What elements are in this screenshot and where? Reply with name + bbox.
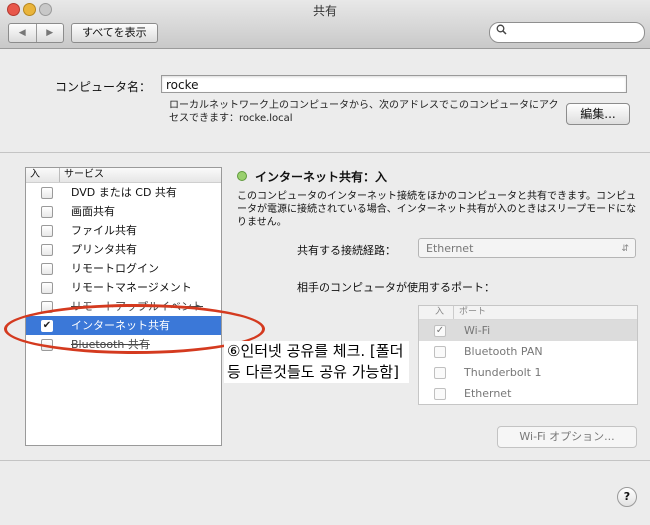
service-checkbox[interactable] <box>41 282 53 294</box>
service-label: プリンタ共有 <box>71 243 137 256</box>
service-checkbox[interactable] <box>41 263 53 275</box>
port-row[interactable]: Ethernet <box>419 383 637 404</box>
ports-label: 相手のコンピュータが使用するポート： <box>297 281 495 294</box>
service-checkbox[interactable] <box>41 187 53 199</box>
status-text: インターネット共有：入 <box>255 170 388 184</box>
computer-name-label: コンピュータ名： <box>55 80 152 94</box>
share-from-label: 共有する接続経路： <box>297 244 396 257</box>
ports-column-on: 入 <box>435 307 445 317</box>
port-row[interactable]: Thunderbolt 1 <box>419 362 637 383</box>
service-row[interactable]: DVD または CD 共有 <box>26 183 221 202</box>
status-description: このコンピュータのインターネット接続をほかのコンピュータと共有できます。コンピュ… <box>237 191 637 228</box>
port-row[interactable]: Bluetooth PAN <box>419 341 637 362</box>
port-label: Thunderbolt 1 <box>464 366 542 379</box>
back-forward-control: ◀ ▶ <box>8 23 64 43</box>
share-from-select[interactable]: Ethernet ⇵ <box>418 238 636 258</box>
window-title: 共有 <box>312 4 337 18</box>
computer-name-description: ローカルネットワーク上のコンピュータから、次のアドレスでこのコンピュータにアクセ… <box>169 100 559 124</box>
computer-name-section: コンピュータ名： rocke ローカルネットワーク上のコンピュータから、次のアド… <box>0 49 650 149</box>
service-list-header: 入 サービス <box>26 168 221 183</box>
status-dot-icon <box>237 171 247 181</box>
service-row[interactable]: 画面共有 <box>26 202 221 221</box>
service-row[interactable]: リモートログイン <box>26 259 221 278</box>
divider <box>0 460 650 461</box>
edit-button[interactable]: 編集... <box>566 103 630 125</box>
service-checkbox[interactable] <box>41 244 53 256</box>
service-label: 画面共有 <box>71 205 115 218</box>
computer-name-field[interactable]: rocke <box>161 75 627 93</box>
annotation-note: ⑥인터넷 공유를 체크. [폴더 등 다른것들도 공유 가능함] <box>224 341 409 383</box>
share-from-value: Ethernet <box>426 242 474 255</box>
port-label: Ethernet <box>464 387 512 400</box>
port-checkbox[interactable] <box>434 367 446 379</box>
sharing-status: インターネット共有：入 <box>237 168 387 185</box>
ports-list: 入 ポート ✓ Wi-Fi Bluetooth PAN Thunderbolt 1… <box>418 305 638 405</box>
service-checkbox[interactable] <box>41 206 53 218</box>
divider <box>0 152 650 153</box>
port-checkbox-checked[interactable]: ✓ <box>434 325 446 337</box>
service-label: リモートマネージメント <box>71 281 192 294</box>
service-row[interactable]: リモートマネージメント <box>26 278 221 297</box>
wifi-options-button[interactable]: Wi-Fi オプション... <box>497 426 637 448</box>
back-button[interactable]: ◀ <box>9 24 37 42</box>
port-row[interactable]: ✓ Wi-Fi <box>419 320 637 341</box>
service-label: ファイル共有 <box>71 224 137 237</box>
port-label: Bluetooth PAN <box>464 345 543 358</box>
ports-column-port: ポート <box>453 306 486 319</box>
column-service[interactable]: サービス <box>59 168 104 182</box>
forward-button[interactable]: ▶ <box>37 24 64 42</box>
title-bar: 共有 ◀ ▶ すべてを表示 <box>0 0 650 49</box>
search-input[interactable] <box>489 22 645 43</box>
search-icon <box>496 24 507 38</box>
service-label: DVD または CD 共有 <box>71 186 177 199</box>
service-checkbox[interactable] <box>41 225 53 237</box>
port-label: Wi-Fi <box>464 324 491 337</box>
ports-list-header: 入 ポート <box>419 306 637 320</box>
chevron-up-down-icon: ⇵ <box>621 244 629 254</box>
port-checkbox[interactable] <box>434 346 446 358</box>
port-checkbox[interactable] <box>434 388 446 400</box>
show-all-button[interactable]: すべてを表示 <box>71 23 158 43</box>
service-row[interactable]: ファイル共有 <box>26 221 221 240</box>
column-on[interactable]: 入 <box>30 168 40 182</box>
service-label: リモートログイン <box>71 262 159 275</box>
service-row[interactable]: プリンタ共有 <box>26 240 221 259</box>
help-button[interactable]: ? <box>617 487 637 507</box>
